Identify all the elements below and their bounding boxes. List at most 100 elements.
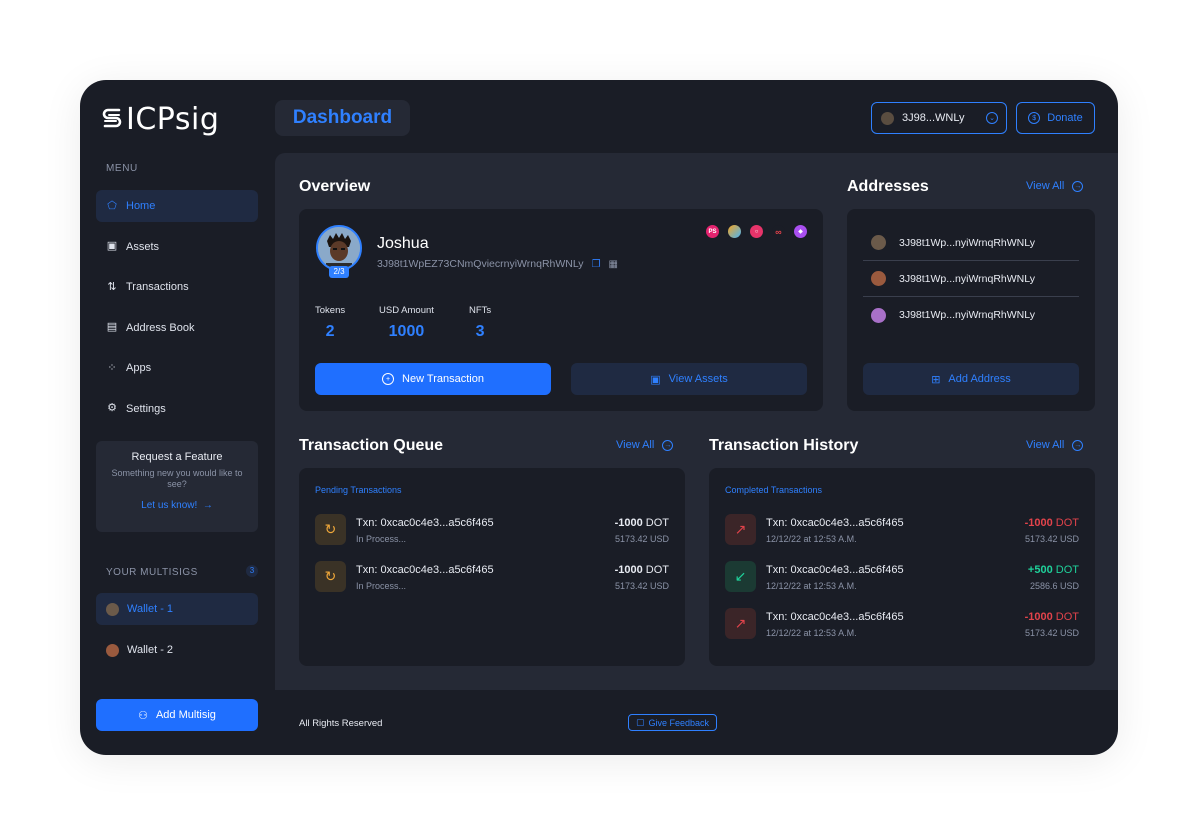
address-item[interactable]: 3J98t1Wp...nyiWrnqRhWNLy	[863, 261, 1079, 297]
view-assets-button[interactable]: ▣ View Assets	[571, 363, 807, 395]
page-title-box: Dashboard	[275, 100, 410, 136]
sidebar-item-transactions[interactable]: ⇅ Transactions	[96, 271, 258, 303]
queue-card: Pending Transactions ↻ Txn: 0xcac0c4e3..…	[299, 468, 685, 666]
address-item[interactable]: 3J98t1Wp...nyiWrnqRhWNLy	[863, 297, 1079, 333]
stat-usd-amount: USD Amount 1000	[379, 305, 434, 341]
tx-id: Txn: 0xcac0c4e3...a5c6f465	[766, 611, 904, 623]
cube-token-icon: ◆	[794, 225, 807, 238]
queue-row[interactable]: ↻ Txn: 0xcac0c4e3...a5c6f465 In Process.…	[315, 561, 669, 593]
sidebar-item-apps[interactable]: ⁘ Apps	[96, 352, 258, 384]
feedback-icon: ▢	[635, 717, 645, 727]
add-user-icon: ⚇	[138, 709, 148, 722]
queue-view-all[interactable]: View All →	[616, 439, 674, 451]
arrow-up-right-icon: ↗	[725, 608, 756, 639]
request-feature-card: Request a Feature Something new you woul…	[96, 441, 258, 532]
profile-address: 3J98t1WpEZ73CNmQviecrnyiWrnqRhWNLy	[377, 258, 584, 270]
footer-rights: All Rights Reserved	[299, 718, 383, 729]
plus-circle-icon: +	[382, 373, 395, 385]
address-text: 3J98t1Wp...nyiWrnqRhWNLy	[899, 272, 1035, 285]
tx-unit: DOT	[645, 564, 669, 576]
address-text: 3J98t1Wp...nyiWrnqRhWNLy	[899, 309, 1035, 321]
arrow-up-right-icon: ↗	[725, 514, 756, 545]
address-text: 3J98t1Wp...nyiWrnqRhWNLy	[899, 236, 1035, 249]
tx-unit: DOT	[1055, 564, 1079, 576]
wallet-selector[interactable]: 3J98...WNLy ⌄	[871, 102, 1007, 134]
dollar-icon: $	[1028, 112, 1041, 124]
home-icon: ⬠	[107, 199, 117, 212]
stat-label: NFTs	[469, 305, 492, 316]
stat-value: 1000	[388, 323, 425, 340]
add-contact-icon: ⊞	[931, 373, 941, 386]
donate-label: Donate	[1047, 112, 1083, 124]
avatar	[316, 225, 362, 271]
tx-usd: 2586.6 USD	[1029, 581, 1079, 591]
sidebar-wallet-2[interactable]: Wallet - 2	[96, 634, 258, 666]
qr-code-icon[interactable]: ▦	[609, 259, 618, 270]
tx-id: Txn: 0xcac0c4e3...a5c6f465	[356, 564, 494, 576]
addresses-view-all[interactable]: View All →	[1026, 180, 1084, 192]
page-title: Dashboard	[292, 107, 393, 128]
wallet-icon: ▣	[650, 373, 661, 386]
overview-title: Overview	[299, 178, 371, 195]
chevron-down-icon: ⌄	[986, 112, 998, 124]
feedback-label: Give Feedback	[648, 717, 710, 728]
tx-id: Txn: 0xcac0c4e3...a5c6f465	[356, 517, 494, 529]
feature-link-label: Let us know!	[141, 500, 198, 511]
queue-row[interactable]: ↻ Txn: 0xcac0c4e3...a5c6f465 In Process.…	[315, 514, 669, 546]
copy-icon[interactable]: ❐	[592, 259, 601, 270]
threshold-badge: 2/3	[329, 266, 349, 278]
add-multisig-button[interactable]: ⚇ Add Multisig	[96, 699, 258, 731]
arrow-right-icon: →	[662, 439, 674, 451]
app-logo[interactable]: ICPsig	[102, 102, 219, 137]
view-all-label: View All	[1026, 180, 1065, 192]
arrow-right-icon: →	[1072, 439, 1084, 451]
address-item[interactable]: 3J98t1Wp...nyiWrnqRhWNLy	[863, 225, 1079, 261]
stat-value: 3	[475, 323, 485, 340]
stat-value: 2	[325, 323, 335, 340]
new-transaction-label: New Transaction	[402, 373, 484, 385]
history-view-all[interactable]: View All →	[1026, 439, 1084, 451]
wallet-label: Wallet - 2	[127, 644, 174, 656]
tx-amount-value: -1000	[1024, 611, 1053, 623]
tx-amount: +500 DOT	[1028, 564, 1079, 576]
history-row[interactable]: ↗ Txn: 0xcac0c4e3...a5c6f465 12/12/22 at…	[725, 608, 1079, 640]
feature-link[interactable]: Let us know! →	[141, 500, 213, 511]
tx-usd: 5173.42 USD	[1024, 628, 1079, 638]
sidebar-item-home[interactable]: ⬠ Home	[96, 190, 258, 222]
stat-label: USD Amount	[379, 305, 434, 316]
tx-usd: 5173.42 USD	[614, 534, 669, 544]
donate-button[interactable]: $ Donate	[1016, 102, 1095, 134]
new-transaction-button[interactable]: + New Transaction	[315, 363, 551, 395]
history-row[interactable]: ↙ Txn: 0xcac0c4e3...a5c6f465 12/12/22 at…	[725, 561, 1079, 593]
sidebar-item-label: Home	[126, 200, 156, 212]
arrow-right-icon: →	[200, 500, 213, 511]
tx-amount: -1000 DOT	[615, 564, 669, 576]
avatar	[106, 602, 119, 616]
add-address-button[interactable]: ⊞ Add Address	[863, 363, 1079, 395]
give-feedback-button[interactable]: ▢ Give Feedback	[628, 714, 717, 731]
profile-name: Joshua	[377, 235, 429, 252]
sidebar-wallet-1[interactable]: Wallet - 1	[96, 593, 258, 625]
queue-title: Transaction Queue	[299, 437, 444, 454]
view-all-label: View All	[616, 439, 655, 451]
stat-nfts: NFTs 3	[469, 305, 491, 341]
tx-unit: DOT	[645, 517, 669, 529]
addresses-title: Addresses	[847, 178, 929, 195]
avatar	[871, 271, 886, 286]
pending-icon: ↻	[315, 561, 346, 592]
tx-amount: -1000 DOT	[615, 517, 669, 529]
history-card: Completed Transactions ↗ Txn: 0xcac0c4e3…	[709, 468, 1095, 666]
sidebar-item-settings[interactable]: ⚙ Settings	[96, 393, 258, 425]
profile-avatar-image	[318, 227, 360, 269]
tx-unit: DOT	[1055, 517, 1079, 529]
sidebar-item-label: Address Book	[126, 321, 195, 334]
addresses-card: 3J98t1Wp...nyiWrnqRhWNLy 3J98t1Wp...nyiW…	[847, 209, 1095, 411]
tx-unit: DOT	[1055, 611, 1079, 623]
multisigs-count-badge: 3	[246, 565, 258, 577]
tx-date: 12/12/22 at 12:53 A.M.	[766, 628, 857, 638]
sidebar-item-assets[interactable]: ▣ Assets	[96, 231, 258, 263]
history-row[interactable]: ↗ Txn: 0xcac0c4e3...a5c6f465 12/12/22 at…	[725, 514, 1079, 546]
view-assets-label: View Assets	[668, 373, 728, 385]
arrow-down-left-icon: ↙	[725, 561, 756, 592]
sidebar-item-address-book[interactable]: ▤ Address Book	[96, 312, 258, 344]
